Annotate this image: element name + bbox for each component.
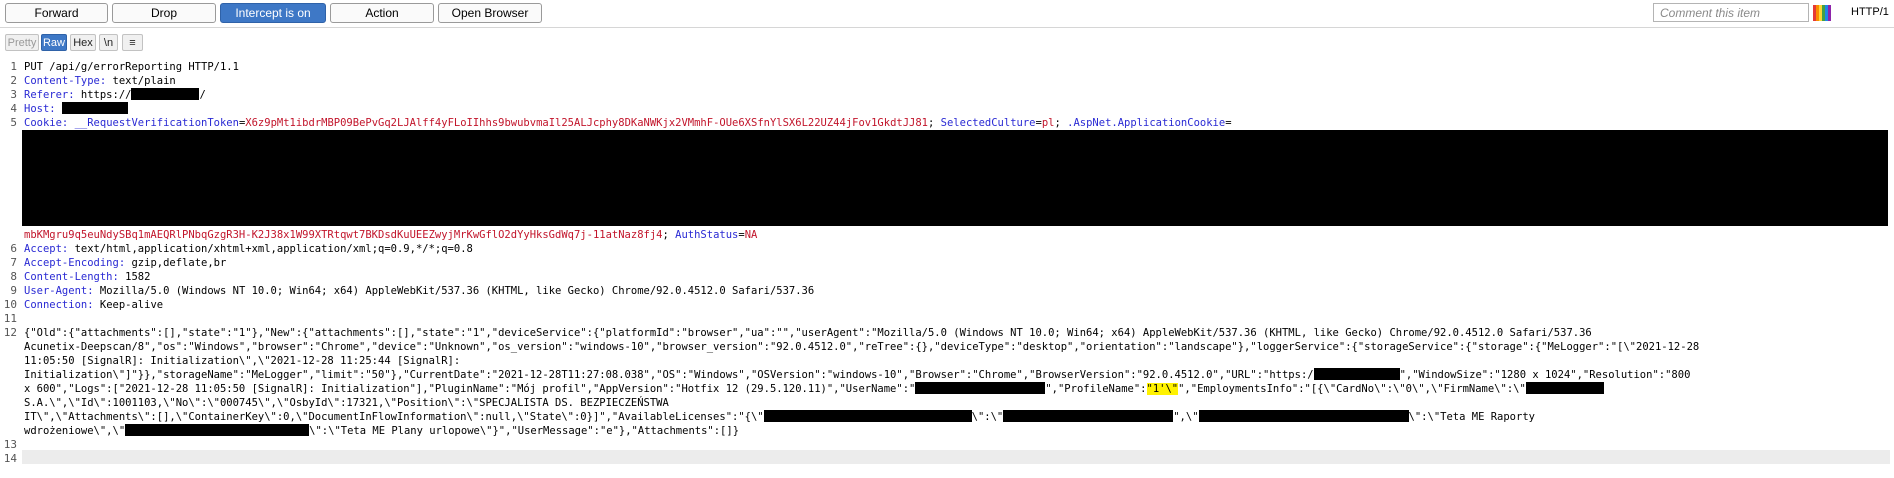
header-referer: Referer: https:/// xyxy=(24,88,206,101)
redacted-block xyxy=(1003,410,1174,422)
payload-highlight: "1'\" xyxy=(1146,383,1179,395)
redacted-block xyxy=(131,88,200,100)
header-accept: Accept: text/html,application/xhtml+xml,… xyxy=(24,243,473,255)
request-editor[interactable]: 1 PUT /api/g/errorReporting HTTP/1.1 2 C… xyxy=(0,58,1894,478)
open-browser-button[interactable]: Open Browser xyxy=(438,3,542,23)
header-cookie-continuation: mbKMgru9q5euNdySBq1mAEQRlPNbqGzgR3H-K2J3… xyxy=(24,229,758,241)
redacted-block xyxy=(1525,382,1604,394)
line-number: 13 xyxy=(3,438,17,451)
request-body-line: x 600","Logs":["2021-12-28 11:05:50 [Sig… xyxy=(24,382,1886,396)
request-body-line: IT\",\"Attachments\":[],\"ContainerKey\"… xyxy=(24,410,1535,423)
header-connection: Connection: Keep-alive xyxy=(24,299,164,311)
request-body-line: 11:05:50 [SignalR]: Initialization\",\"2… xyxy=(24,355,461,367)
message-view-bar: Pretty Raw Hex \n ≡ xyxy=(0,28,1894,56)
redacted-block xyxy=(125,424,310,436)
request-line: PUT /api/g/errorReporting HTTP/1.1 xyxy=(24,61,239,73)
line-number: 3 xyxy=(10,88,17,101)
raw-view-button[interactable]: Raw xyxy=(41,34,67,51)
comment-input[interactable] xyxy=(1653,3,1809,22)
intercept-toolbar: Forward Drop Intercept is on Action Open… xyxy=(0,0,1894,28)
redacted-block xyxy=(763,410,972,422)
line-number: 10 xyxy=(3,298,17,311)
request-body-line: Acunetix-Deepscan/8","os":"Windows","bro… xyxy=(24,341,1700,353)
redacted-block xyxy=(61,102,128,114)
line-number: 14 xyxy=(3,452,17,465)
line-number: 9 xyxy=(10,284,17,297)
header-content-length: Content-Length: 1582 xyxy=(24,271,151,283)
header-host: Host: xyxy=(24,102,1886,116)
header-user-agent: User-Agent: Mozilla/5.0 (Windows NT 10.0… xyxy=(24,285,815,297)
redacted-block xyxy=(1198,410,1409,422)
line-number: 6 xyxy=(10,242,17,255)
redacted-block xyxy=(1313,368,1400,380)
header-cookie: Cookie: __RequestVerificationToken=X6z9p… xyxy=(24,117,1232,129)
pretty-view-button[interactable]: Pretty xyxy=(5,34,39,51)
action-button[interactable]: Action xyxy=(330,3,434,23)
intercept-toggle-button[interactable]: Intercept is on xyxy=(220,3,326,23)
show-newlines-button[interactable]: \n xyxy=(99,34,118,51)
header-accept-encoding: Accept-Encoding: gzip,deflate,br xyxy=(24,257,227,269)
line-number: 12 xyxy=(3,326,17,339)
redacted-cookie-block xyxy=(22,130,1888,226)
request-body-line: {"Old":{"attachments":[],"state":"1"},"N… xyxy=(24,327,1592,339)
line-number: 11 xyxy=(3,312,17,325)
line-number: 1 xyxy=(10,60,17,73)
line-number: 5 xyxy=(10,116,17,129)
line-number: 2 xyxy=(10,74,17,87)
hex-view-button[interactable]: Hex xyxy=(70,34,96,51)
drop-button[interactable]: Drop xyxy=(112,3,216,23)
redacted-block xyxy=(915,382,1046,394)
request-body-line: Initialization\"]"}},"storageName":"MeLo… xyxy=(24,368,1691,381)
current-line-highlight xyxy=(22,450,1890,464)
header-content-type: Content-Type: text/plain xyxy=(24,75,176,87)
highlight-color-icon[interactable] xyxy=(1813,5,1831,21)
request-body-line: wdrożeniowe\",\" \":\"Teta ME Plany urlop… xyxy=(24,424,740,437)
http-version-label: HTTP/1 xyxy=(1851,6,1889,18)
request-body-line: S.A.\",\"Id\":1001103,\"No\":\"000745\",… xyxy=(24,397,669,409)
menu-icon[interactable]: ≡ xyxy=(122,34,143,51)
line-number: 7 xyxy=(10,256,17,269)
line-number: 4 xyxy=(10,102,17,115)
line-number: 8 xyxy=(10,270,17,283)
forward-button[interactable]: Forward xyxy=(5,3,108,23)
